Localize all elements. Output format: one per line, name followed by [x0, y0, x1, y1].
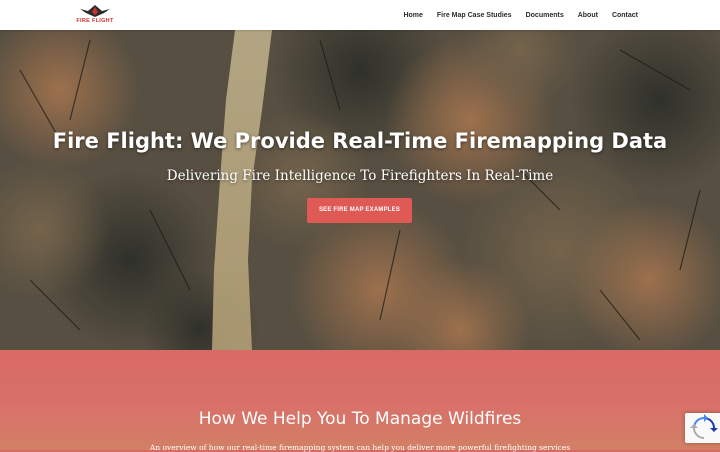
hero-title: Fire Flight: We Provide Real-Time Firema… [52, 129, 668, 153]
recaptcha-badge[interactable] [685, 413, 720, 443]
nav-home[interactable]: Home [403, 12, 422, 19]
nav-contact[interactable]: Contact [612, 12, 638, 19]
fire-flight-logo-icon [80, 5, 110, 17]
fire-flight-logo[interactable]: FIRE FLIGHT [74, 3, 116, 27]
site-header: FIRE FLIGHT Home Fire Map Case Studies D… [0, 0, 720, 30]
logo-text: FIRE FLIGHT [76, 18, 114, 24]
nav-about[interactable]: About [578, 12, 598, 19]
wildfire-management-section: How We Help You To Manage Wildfires An o… [0, 350, 720, 452]
main-nav: Home Fire Map Case Studies Documents Abo… [403, 0, 638, 30]
see-fire-map-examples-button[interactable]: SEE FIRE MAP EXAMPLES [307, 198, 412, 223]
hero-subtitle: Delivering Fire Intelligence To Firefigh… [166, 168, 554, 184]
section-title: How We Help You To Manage Wildfires [198, 409, 522, 429]
section-subtitle: An overview of how our real-time firemap… [149, 443, 571, 452]
hero-section: Fire Flight: We Provide Real-Time Firema… [0, 30, 720, 350]
recaptcha-icon [690, 414, 718, 439]
hero-overlay [0, 30, 720, 350]
nav-documents[interactable]: Documents [526, 12, 564, 19]
nav-fire-map-case-studies[interactable]: Fire Map Case Studies [437, 12, 512, 19]
